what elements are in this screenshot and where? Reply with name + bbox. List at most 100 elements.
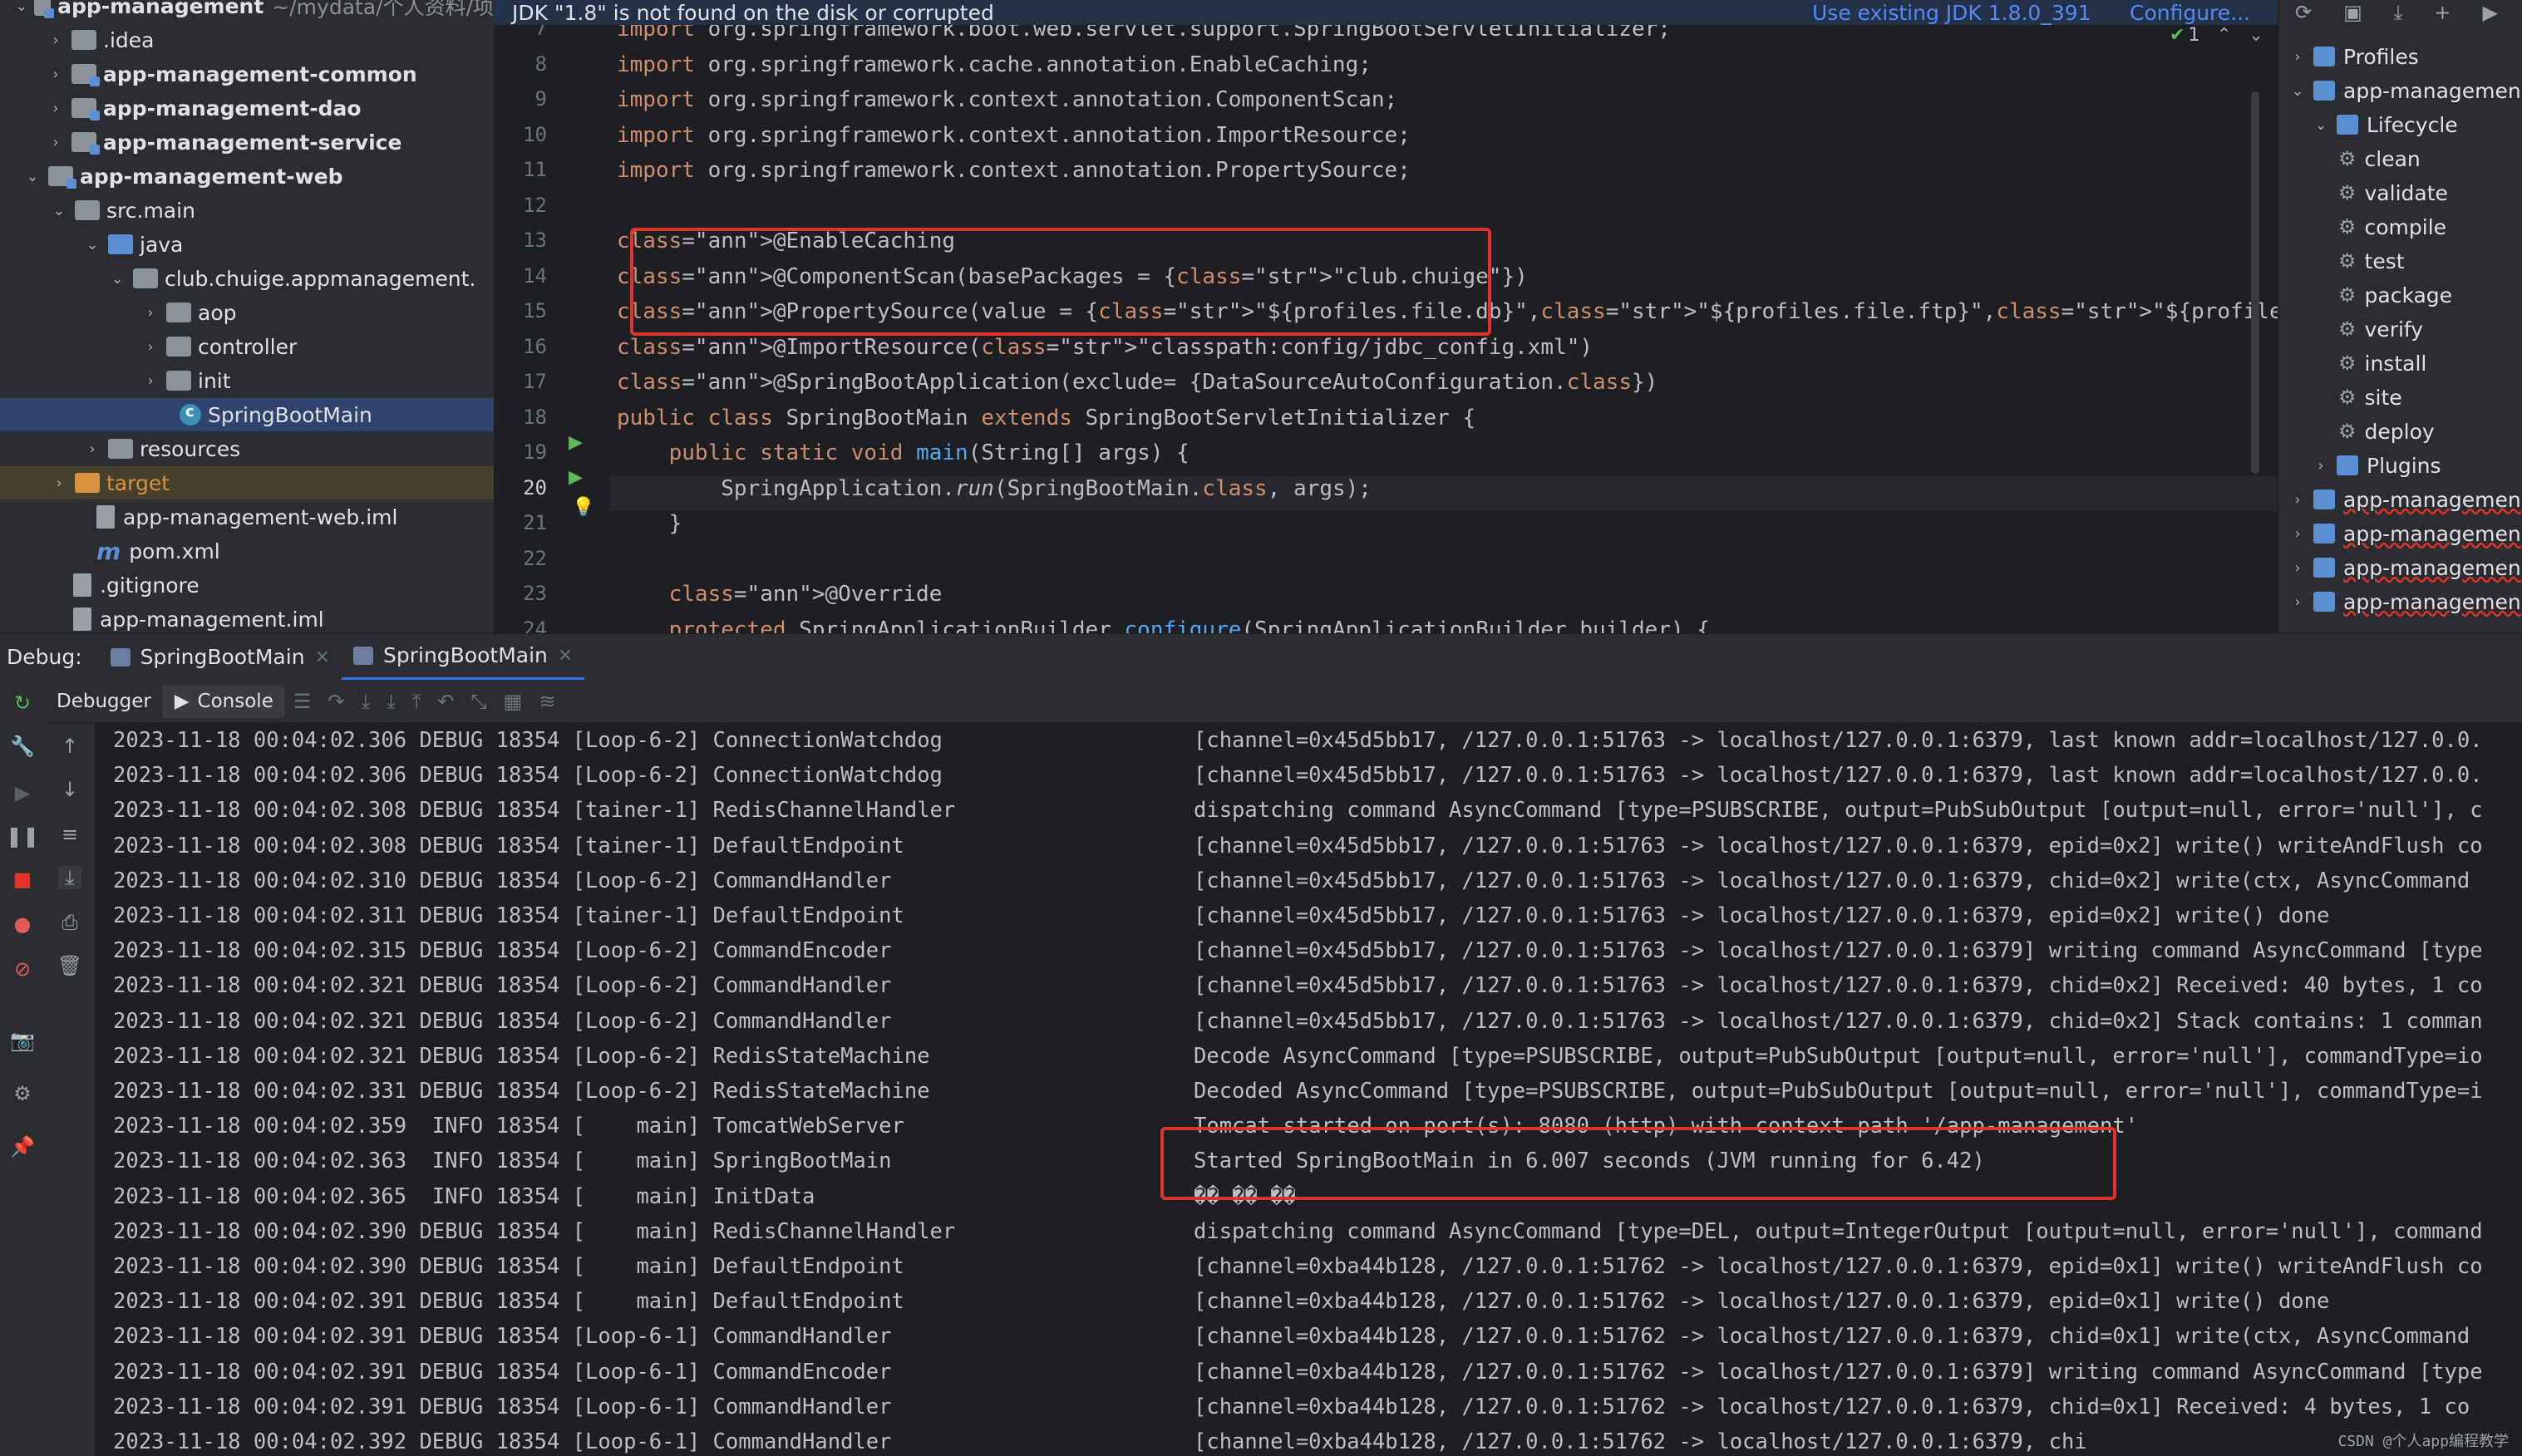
run-to-cursor-icon[interactable]: ⤡ [470,690,486,713]
pin-icon[interactable]: 📌 [10,1135,35,1158]
project-tree-item[interactable]: app-management-web.iml [0,500,494,534]
run-icon[interactable]: ▶ [2483,1,2498,24]
debug-tab-springbootmain-2[interactable]: SpringBootMain × [341,634,585,681]
chevron-right-icon[interactable]: › [47,99,65,117]
maven-tree-item[interactable]: ⚙ deploy [2338,415,2435,448]
project-tree-item[interactable]: › app-management-dao [0,91,494,125]
use-existing-jdk-link[interactable]: Use existing JDK 1.8.0_391 [1812,1,2091,25]
chevron-down-icon[interactable]: ⌄ [83,235,101,253]
project-tree-item[interactable]: app-management.iml [0,603,494,633]
maven-tree-item[interactable]: ⚙ compile [2338,210,2446,243]
mute-breakpoints-icon[interactable]: ⊘ [11,957,34,981]
pause-icon[interactable]: ❚❚ [6,824,39,848]
print-icon[interactable]: ⎙ [58,911,81,934]
chevron-down-icon[interactable]: ⌄ [23,167,42,185]
add-icon[interactable]: + [2434,1,2451,24]
step-into-icon[interactable]: ⤓ [361,690,370,713]
run-gutter-icon[interactable]: ▶ [569,467,583,488]
chevron-down-icon[interactable]: ⌄ [2288,81,2307,100]
console-tab[interactable]: ▶ Console [162,684,285,718]
arrow-down-icon[interactable]: ↓ [58,778,81,801]
intention-bulb-icon[interactable]: 💡 [572,497,594,518]
maven-tree-item[interactable]: ⌄ Lifecycle [2312,108,2457,141]
chevron-down-icon[interactable]: ⌄ [2249,25,2263,46]
code-line[interactable]: class="ann">@ImportResource(class="str">… [617,335,1593,360]
project-tree-item[interactable]: ⌄ club.chuige.appmanagement. [0,262,494,295]
chevron-right-icon[interactable]: › [50,474,68,492]
project-tree-item[interactable]: › app-management-common [0,57,494,91]
debugger-tab[interactable]: Debugger [45,680,163,723]
chevron-right-icon[interactable]: › [2288,524,2307,543]
chevron-right-icon[interactable]: › [83,440,101,458]
code-line[interactable]: import org.springframework.context.annot… [617,123,1411,148]
chevron-right-icon[interactable]: › [47,65,65,83]
editor-scrollbar[interactable] [2251,91,2259,474]
drop-frame-icon[interactable]: ↶ [437,690,454,713]
code-line[interactable]: public static void main(String[] args) { [617,440,1190,465]
configure-link[interactable]: Configure... [2130,1,2250,25]
maven-tree-item[interactable]: › Plugins [2312,449,2441,482]
maven-tree-item[interactable]: ⚙ package [2338,278,2452,312]
evaluate-icon[interactable]: ▦ [504,690,523,713]
chevron-down-icon[interactable]: ⌄ [108,269,126,288]
chevron-up-icon[interactable]: ⌃ [2216,25,2231,46]
add-folder-icon[interactable]: ▣ [2343,1,2362,24]
code-line[interactable]: protected SpringApplicationBuilder confi… [617,617,1710,634]
menu-icon[interactable]: ☰ [293,690,312,713]
chevron-right-icon[interactable]: › [2288,558,2307,577]
project-tree-item[interactable]: .gitignore [0,568,494,602]
project-tree-item[interactable]: ⌄ app-management-web [0,160,494,193]
maven-tree-item[interactable]: › app-managemen [2288,517,2520,550]
soft-wrap-icon[interactable]: ≡ [58,823,81,846]
arrow-up-icon[interactable]: ↑ [58,735,81,758]
debug-tab-springbootmain-1[interactable]: SpringBootMain × [99,634,342,681]
force-step-into-icon[interactable]: ⤓ [387,690,396,713]
resume-icon[interactable]: ▶ [11,781,34,804]
code-line[interactable]: SpringApplication.run(SpringBootMain.cla… [617,476,1372,501]
chevron-right-icon[interactable]: › [47,31,65,49]
maven-tree-item[interactable]: › app-managemen [2288,551,2520,584]
project-tree-item[interactable]: › app-management-service [0,125,494,159]
project-tree-item[interactable]: › init [0,364,494,397]
step-over-icon[interactable]: ↷ [328,690,344,713]
stop-icon[interactable]: ■ [11,868,34,891]
project-tree-item[interactable]: SpringBootMain [0,398,494,431]
chevron-down-icon[interactable]: ⌄ [15,0,27,15]
chevron-right-icon[interactable]: › [141,371,160,390]
code-line[interactable]: class="ann">@SpringBootApplication(exclu… [617,370,1658,395]
project-tree-item[interactable]: ⌄ java [0,228,494,261]
chevron-down-icon[interactable]: ⌄ [50,201,68,219]
chevron-down-icon[interactable]: ⌄ [2312,116,2330,134]
chevron-right-icon[interactable]: › [2288,490,2307,509]
project-tree-item[interactable]: ⌄ src.main [0,194,494,227]
code-line[interactable]: public class SpringBootMain extends Spri… [617,406,1475,430]
code-line[interactable]: } [617,511,682,536]
project-tree-item[interactable]: › aop [0,296,494,329]
reload-icon[interactable]: ⟳ [2295,1,2312,24]
chevron-right-icon[interactable]: › [2288,47,2307,66]
maven-tree-item[interactable]: ⚙ verify [2338,312,2423,346]
code-line[interactable]: import org.springframework.context.annot… [617,158,1411,183]
maven-tree-item[interactable]: › app-managemen [2288,483,2520,516]
view-breakpoints-icon[interactable]: ● [11,912,34,936]
maven-tree-item[interactable]: ⌄ app-managemen [2288,74,2520,107]
chevron-right-icon[interactable]: › [47,133,65,151]
project-tree-item[interactable]: m pom.xml [0,534,494,568]
project-tree-item[interactable]: › controller [0,330,494,363]
trace-icon[interactable]: ≋ [539,690,555,713]
run-gutter-icon[interactable]: ▶ [569,432,583,453]
project-tree-item[interactable]: ⌄ app-management ~/mydata/个人资料/项 [0,0,494,22]
code-line[interactable]: import org.springframework.cache.annotat… [617,52,1372,77]
settings-wrench-icon[interactable]: 🔧 [10,735,35,758]
chevron-right-icon[interactable]: › [2288,593,2307,611]
step-out-icon[interactable]: ⤒ [412,690,421,713]
code-editor[interactable]: 7 8 9 10 11 12 13 14 15 16 17 18 19 20 21 22 23 24 ▶ ▶ 💡 imp… [494,25,2278,633]
close-icon[interactable]: × [315,647,330,667]
download-icon[interactable]: ⤓ [2394,1,2403,24]
project-tree-item[interactable]: › resources [0,432,494,465]
maven-tree-item[interactable]: › Profiles [2288,40,2418,73]
project-tree-item[interactable]: › target [0,466,494,499]
maven-tree-item[interactable]: ⚙ test [2338,244,2405,278]
chevron-right-icon[interactable]: › [141,337,160,356]
gear-icon[interactable]: ⚙ [11,1082,34,1105]
